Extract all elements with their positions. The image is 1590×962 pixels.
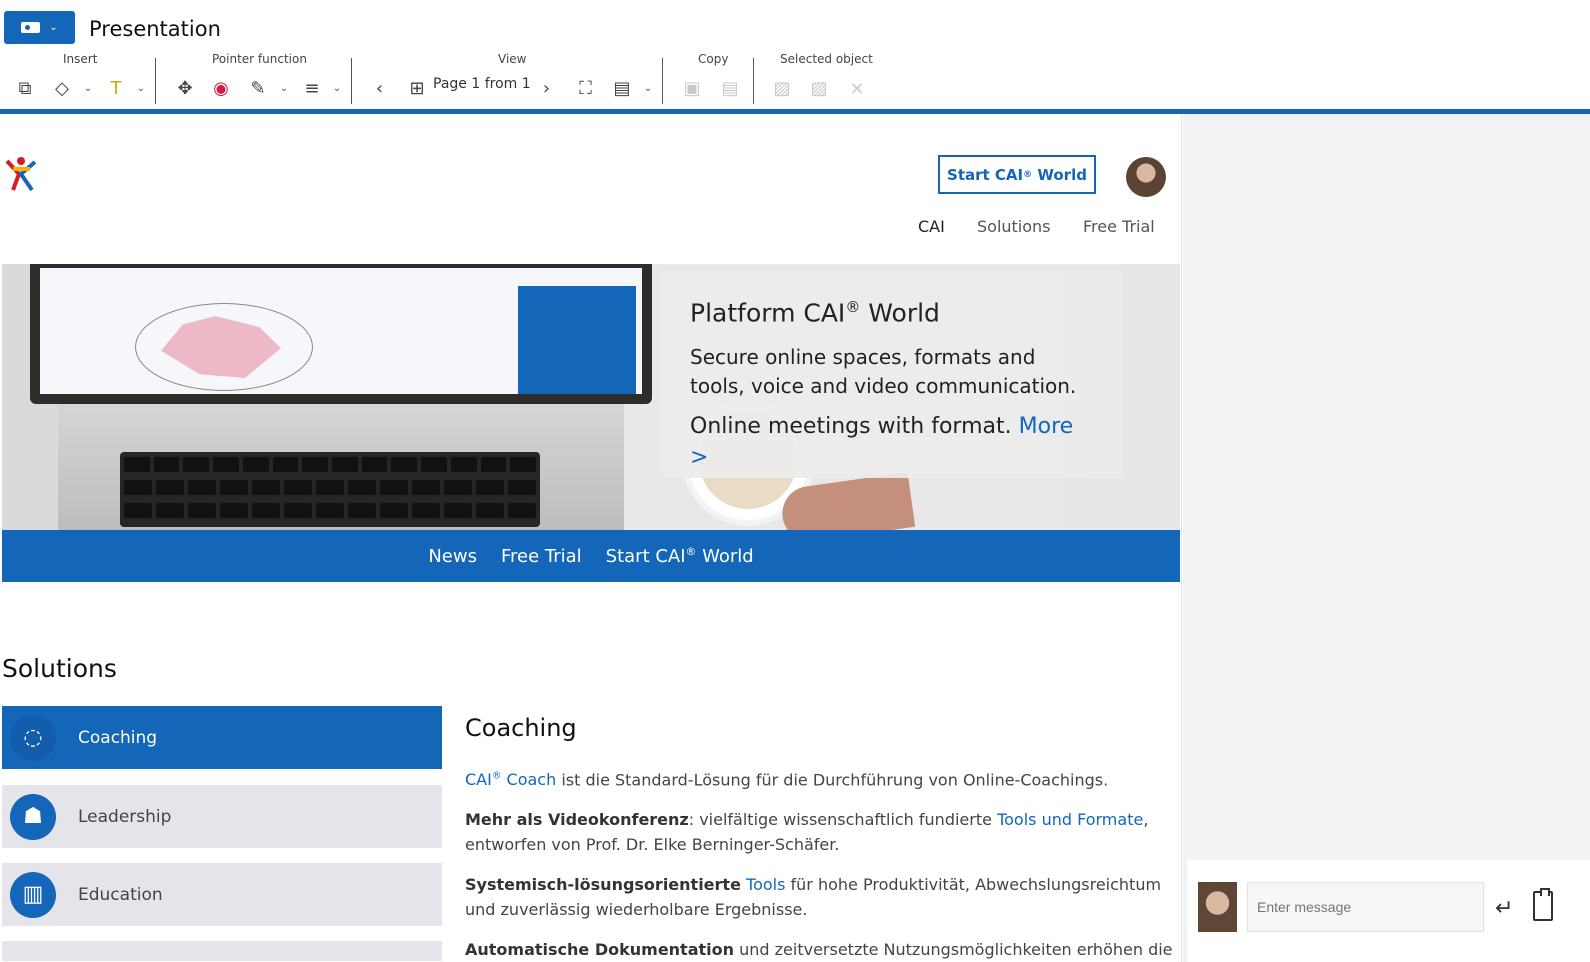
solution-label: Leadership xyxy=(78,806,172,827)
send-back-icon[interactable]: ▨ xyxy=(805,75,833,101)
coaching-content: Coaching CAI® Coach ist die Standard-Lös… xyxy=(465,714,1175,962)
toolbar: ⌄ Presentation Insert ⧉ ◇ ⌄ T ⌄ Pointer … xyxy=(0,0,1590,114)
shape-menu-chevron-icon[interactable]: ⌄ xyxy=(82,75,94,101)
start-cai-world-button[interactable]: Start CAI ® World xyxy=(938,155,1096,194)
main-menu-button[interactable]: ⌄ xyxy=(4,11,75,44)
solution-education[interactable]: ▥ Education xyxy=(2,863,442,926)
people-icon: ☗ xyxy=(10,793,56,840)
previous-page-icon[interactable]: ‹ xyxy=(367,75,392,101)
solution-coaching[interactable]: ◌ Coaching xyxy=(2,706,442,769)
message-input[interactable] xyxy=(1247,882,1484,932)
presentation-stage: Start CAI ® World CAI Solutions Free Tria… xyxy=(0,114,1182,962)
laptop-keyboard-image xyxy=(58,404,624,530)
content-paragraph: Systemisch-lösungsorientierte Tools für … xyxy=(465,875,1162,920)
cai-logo[interactable] xyxy=(4,154,38,196)
user-avatar[interactable] xyxy=(1126,157,1166,197)
hero-card: Platform CAI® World Secure online spaces… xyxy=(662,271,1122,478)
chat-sidebar xyxy=(1183,114,1590,962)
app-title: Presentation xyxy=(89,17,221,41)
copy-icon[interactable]: ▣ xyxy=(678,75,706,101)
lightbulb-icon: ◌ xyxy=(10,714,56,761)
insert-group-label: Insert xyxy=(63,52,98,66)
pen-menu-chevron-icon[interactable]: ⌄ xyxy=(278,75,290,101)
content-paragraph: Mehr als Videokonferenz: vielfältige wis… xyxy=(465,810,1149,855)
secondary-navigation: News Free Trial Start CAI® World xyxy=(2,530,1180,582)
hero-tagline: Online meetings with format. More > xyxy=(690,414,1074,471)
chevron-down-icon: ⌄ xyxy=(49,22,58,33)
start-cai-world-link[interactable]: Start CAI® World xyxy=(606,545,754,567)
separator xyxy=(753,58,754,104)
separator xyxy=(351,58,352,104)
send-enter-icon[interactable]: ↵ xyxy=(1495,896,1513,921)
book-icon: ▥ xyxy=(10,871,56,918)
cai-coach-link[interactable]: CAI® Coach xyxy=(465,770,556,789)
hero-title: Platform CAI® World xyxy=(690,298,940,328)
paste-icon[interactable]: ▤ xyxy=(716,75,744,101)
solution-leadership[interactable]: ☗ Leadership xyxy=(2,785,442,848)
tools-formats-link[interactable]: Tools und Formate xyxy=(997,810,1143,829)
laptop-sidepanel-image xyxy=(518,286,636,394)
presentation-view-icon[interactable]: ▤ xyxy=(607,75,637,101)
separator xyxy=(662,58,663,104)
clipboard-icon[interactable] xyxy=(1533,888,1553,921)
delete-object-icon[interactable]: ⨯ xyxy=(843,75,871,101)
content-paragraph: Automatische Dokumentation und zeitverse… xyxy=(465,940,1173,960)
bring-front-icon[interactable]: ▨ xyxy=(768,75,796,101)
content-paragraph: CAI® Coach ist die Standard-Lösung für d… xyxy=(465,770,1109,790)
solution-partial-item[interactable] xyxy=(2,941,442,961)
fullscreen-icon[interactable]: ⛶ xyxy=(572,75,599,101)
page-grid-icon[interactable]: ⊞ xyxy=(404,75,430,101)
free-trial-link[interactable]: Free Trial xyxy=(501,546,582,567)
solution-label: Coaching xyxy=(78,727,158,748)
line-width-chevron-icon[interactable]: ⌄ xyxy=(331,75,343,101)
view-menu-chevron-icon[interactable]: ⌄ xyxy=(642,75,654,101)
insert-text-icon[interactable]: T xyxy=(102,75,130,101)
move-icon[interactable]: ✥ xyxy=(171,75,199,101)
news-link[interactable]: News xyxy=(428,546,477,567)
hero-banner: Platform CAI® World Secure online spaces… xyxy=(2,264,1180,530)
target-pointer-icon[interactable]: ◉ xyxy=(207,75,235,101)
camera-icon xyxy=(21,22,41,33)
content-heading: Coaching xyxy=(465,714,577,742)
solutions-title: Solutions xyxy=(2,654,117,683)
tools-link[interactable]: Tools xyxy=(746,875,785,894)
next-page-icon[interactable]: › xyxy=(534,75,559,101)
hero-description: Secure online spaces, formats and tools,… xyxy=(690,345,1077,399)
pen-icon[interactable]: ✎ xyxy=(244,75,272,101)
selected-object-group-label: Selected object xyxy=(780,52,873,66)
text-menu-chevron-icon[interactable]: ⌄ xyxy=(135,75,147,101)
page-indicator: Page 1 from 1 xyxy=(433,76,531,92)
presentation-app: ⌄ Presentation Insert ⧉ ◇ ⌄ T ⌄ Pointer … xyxy=(0,0,1590,962)
copy-group-label: Copy xyxy=(698,52,729,66)
chat-user-avatar xyxy=(1198,882,1237,932)
view-group-label: View xyxy=(498,52,527,66)
line-width-icon[interactable]: ≡ xyxy=(298,75,326,101)
insert-file-icon[interactable]: ⧉ xyxy=(11,75,39,101)
separator xyxy=(155,58,156,104)
laptop-screen-image xyxy=(30,264,652,404)
pointer-group-label: Pointer function xyxy=(212,52,307,66)
solution-label: Education xyxy=(78,884,163,905)
radar-chart-image xyxy=(135,303,313,391)
nav-free-trial-link[interactable]: Free Trial xyxy=(1083,217,1155,236)
nav-cai-link[interactable]: CAI xyxy=(918,217,945,236)
insert-shape-icon[interactable]: ◇ xyxy=(48,75,76,101)
nav-solutions-link[interactable]: Solutions xyxy=(977,217,1051,236)
